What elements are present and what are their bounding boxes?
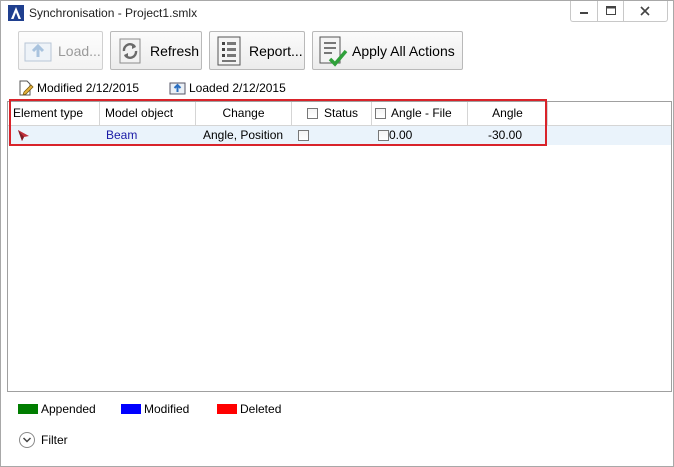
report-label: Report... (249, 42, 303, 59)
report-icon (217, 36, 241, 65)
refresh-button[interactable]: Refresh (110, 31, 202, 70)
filter-expander[interactable]: Filter (19, 430, 68, 450)
refresh-label: Refresh (150, 42, 200, 59)
refresh-icon (119, 38, 141, 63)
loaded-info: Loaded 2/12/2015 (169, 79, 286, 97)
close-icon (640, 6, 650, 16)
filter-toggle-button[interactable] (19, 432, 35, 448)
legend-modified: Modified (121, 402, 189, 416)
maximize-button[interactable] (597, 1, 624, 22)
appended-label: Appended (41, 402, 96, 416)
apply-actions-icon (319, 36, 348, 67)
chevron-down-icon (22, 437, 32, 443)
modified-swatch (121, 404, 141, 414)
synchronisation-window: Synchronisation - Project1.smlx Load... … (0, 0, 674, 467)
minimize-icon (580, 12, 588, 14)
load-icon (24, 42, 52, 61)
report-button[interactable]: Report... (209, 31, 305, 70)
apply-all-actions-label: Apply All Actions (352, 42, 455, 59)
loaded-document-icon (169, 82, 186, 95)
load-button[interactable]: Load... (18, 31, 103, 70)
apply-all-actions-button[interactable]: Apply All Actions (312, 31, 463, 70)
modified-label: Modified (144, 402, 190, 416)
legend-appended: Appended (18, 402, 96, 416)
load-label: Load... (58, 42, 101, 59)
title-bar: Synchronisation - Project1.smlx (1, 1, 673, 25)
legend-deleted: Deleted (217, 402, 281, 416)
modified-date: Modified 2/12/2015 (37, 81, 140, 95)
close-button[interactable] (623, 1, 668, 22)
filter-label: Filter (41, 433, 68, 447)
maximize-icon (606, 6, 616, 15)
minimize-button[interactable] (570, 1, 597, 22)
deleted-label: Deleted (240, 402, 282, 416)
modified-info: Modified 2/12/2015 (17, 79, 139, 97)
app-logo-icon (8, 5, 24, 21)
window-title: Synchronisation - Project1.smlx (29, 6, 198, 20)
loaded-date: Loaded 2/12/2015 (189, 81, 286, 95)
modified-document-icon (19, 80, 34, 96)
highlight-box (9, 99, 547, 146)
deleted-swatch (217, 404, 237, 414)
appended-swatch (18, 404, 38, 414)
